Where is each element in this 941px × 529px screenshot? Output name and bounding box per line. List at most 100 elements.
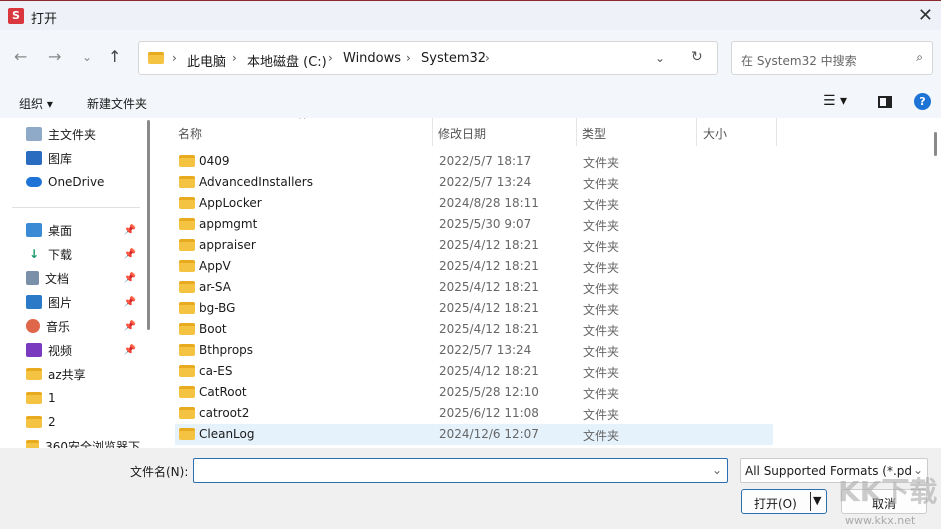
file-row[interactable]: AppV 2025/4/12 18:21 文件夹 [175, 256, 773, 277]
view-options-button[interactable]: ☰ ▾ [823, 93, 847, 109]
file-date: 2022/5/7 18:17 [439, 154, 532, 168]
sidebar-item-1[interactable]: 1 [26, 387, 140, 409]
file-type: 文件夹 [583, 261, 620, 275]
file-name: AdvancedInstallers [199, 175, 313, 189]
file-row[interactable]: AdvancedInstallers 2022/5/7 13:24 文件夹 [175, 172, 773, 193]
pin-icon: 📌 [123, 296, 136, 308]
file-row[interactable]: AppLocker 2024/8/28 18:11 文件夹 [175, 193, 773, 214]
music-icon [26, 319, 40, 333]
file-date: 2025/4/12 18:21 [439, 238, 539, 252]
pin-icon: 📌 [123, 320, 136, 332]
sidebar-item-videos[interactable]: 视频 📌 [26, 339, 140, 361]
column-header-type[interactable]: 类型 [582, 125, 606, 142]
file-type: 文件夹 [583, 408, 620, 422]
sidebar-item-music[interactable]: 音乐 📌 [26, 315, 140, 337]
file-date: 2025/4/12 18:21 [439, 301, 539, 315]
refresh-icon[interactable]: ↻ [691, 49, 703, 65]
file-type: 文件夹 [583, 240, 620, 254]
cloud-icon [26, 177, 42, 187]
column-header-date[interactable]: 修改日期 [438, 125, 486, 142]
file-date: 2025/4/12 18:21 [439, 322, 539, 336]
breadcrumb-item[interactable]: System32 [421, 51, 486, 66]
file-row[interactable]: Bthprops 2022/5/7 13:24 文件夹 [175, 340, 773, 361]
file-row[interactable]: bg-BG 2025/4/12 18:21 文件夹 [175, 298, 773, 319]
open-dropdown-arrow[interactable]: ▼ [813, 494, 821, 507]
sort-ascending-icon: ^ [298, 118, 307, 126]
pin-icon: 📌 [123, 344, 136, 356]
title-bar: S 打开 ✕ [0, 0, 941, 30]
file-name: ar-SA [199, 280, 231, 294]
file-row[interactable]: Boot 2025/4/12 18:21 文件夹 [175, 319, 773, 340]
folder-icon [179, 239, 195, 251]
preview-pane-button[interactable] [878, 96, 892, 108]
file-type: 文件夹 [583, 303, 620, 317]
folder-icon [179, 407, 195, 419]
recent-dropdown-button[interactable]: ⌄ [82, 50, 92, 64]
breadcrumb-item[interactable]: 本地磁盘 (C:) [247, 51, 327, 70]
file-type: 文件夹 [583, 429, 620, 443]
file-date: 2025/5/30 9:07 [439, 217, 532, 231]
file-date: 2025/5/28 12:10 [439, 385, 539, 399]
open-button[interactable]: 打开(O) ▼ [741, 489, 827, 514]
search-placeholder: 在 System32 中搜索 [741, 54, 857, 68]
forward-button[interactable]: → [48, 47, 61, 66]
column-header-size[interactable]: 大小 [703, 125, 727, 142]
close-button[interactable]: ✕ [918, 5, 933, 26]
sidebar-item-pictures[interactable]: 图片 📌 [26, 291, 140, 313]
file-row[interactable]: 0409 2022/5/7 18:17 文件夹 [175, 151, 773, 172]
file-type: 文件夹 [583, 282, 620, 296]
file-type: 文件夹 [583, 324, 620, 338]
sidebar-item-downloads[interactable]: ↓ 下载 📌 [26, 243, 140, 265]
breadcrumb-item[interactable]: 此电脑 [187, 51, 226, 70]
sidebar-item-az-share[interactable]: az共享 [26, 363, 140, 385]
file-name: CatRoot [199, 385, 247, 399]
file-list-scrollbar[interactable] [934, 132, 937, 156]
chevron-down-icon[interactable]: ⌄ [655, 51, 665, 65]
sidebar-item-gallery[interactable]: 图库 [26, 147, 140, 169]
file-row[interactable]: CleanLog 2024/12/6 12:07 文件夹 [175, 424, 773, 445]
file-row[interactable]: CatRoot 2025/5/28 12:10 文件夹 [175, 382, 773, 403]
chevron-down-icon[interactable]: ⌄ [712, 463, 722, 477]
file-row[interactable]: catroot2 2025/6/12 11:08 文件夹 [175, 403, 773, 424]
pin-icon: 📌 [123, 224, 136, 236]
breadcrumb-item[interactable]: Windows [343, 51, 401, 66]
back-button[interactable]: ← [14, 47, 27, 66]
file-row[interactable]: ar-SA 2025/4/12 18:21 文件夹 [175, 277, 773, 298]
up-button[interactable]: ↑ [108, 47, 121, 66]
file-name: ca-ES [199, 364, 233, 378]
search-input[interactable]: 在 System32 中搜索 ⌕ [731, 41, 933, 75]
folder-icon [26, 416, 42, 428]
pin-icon: 📌 [123, 248, 136, 260]
file-row[interactable]: appraiser 2025/4/12 18:21 文件夹 [175, 235, 773, 256]
folder-icon [179, 155, 195, 167]
filename-input[interactable]: ⌄ [193, 458, 728, 483]
sidebar-item-2[interactable]: 2 [26, 411, 140, 433]
folder-icon [179, 428, 195, 440]
file-row[interactable]: appmgmt 2025/5/30 9:07 文件夹 [175, 214, 773, 235]
sidebar-item-documents[interactable]: 文档 📌 [26, 267, 140, 289]
watermark-url: www.kkx.net [845, 514, 916, 527]
folder-icon [148, 52, 164, 64]
file-row[interactable]: ca-ES 2025/4/12 18:21 文件夹 [175, 361, 773, 382]
file-date: 2025/4/12 18:21 [439, 364, 539, 378]
new-folder-button[interactable]: 新建文件夹 [87, 95, 147, 112]
column-header-name[interactable]: 名称 [178, 125, 202, 142]
folder-icon [179, 386, 195, 398]
pin-icon: 📌 [123, 272, 136, 284]
sidebar-item-onedrive[interactable]: OneDrive [26, 171, 140, 193]
file-name: appmgmt [199, 217, 258, 231]
help-icon[interactable]: ? [914, 93, 931, 110]
pictures-icon [26, 295, 42, 309]
folder-icon [179, 302, 195, 314]
organize-button[interactable]: 组织 ▾ [19, 95, 53, 112]
sidebar-item-desktop[interactable]: 桌面 📌 [26, 219, 140, 241]
address-bar[interactable]: › 此电脑 › 本地磁盘 (C:) › Windows › System32 ›… [138, 41, 718, 75]
gallery-icon [26, 151, 42, 165]
filename-label: 文件名(N): [130, 465, 189, 479]
folder-icon [179, 344, 195, 356]
sidebar-item-360-browser-downloads[interactable]: 360安全浏览器下 [26, 435, 140, 448]
file-type: 文件夹 [583, 177, 620, 191]
file-date: 2025/4/12 18:21 [439, 280, 539, 294]
sidebar-item-home[interactable]: 主文件夹 [26, 123, 140, 145]
sidebar-scrollbar[interactable] [147, 120, 150, 330]
